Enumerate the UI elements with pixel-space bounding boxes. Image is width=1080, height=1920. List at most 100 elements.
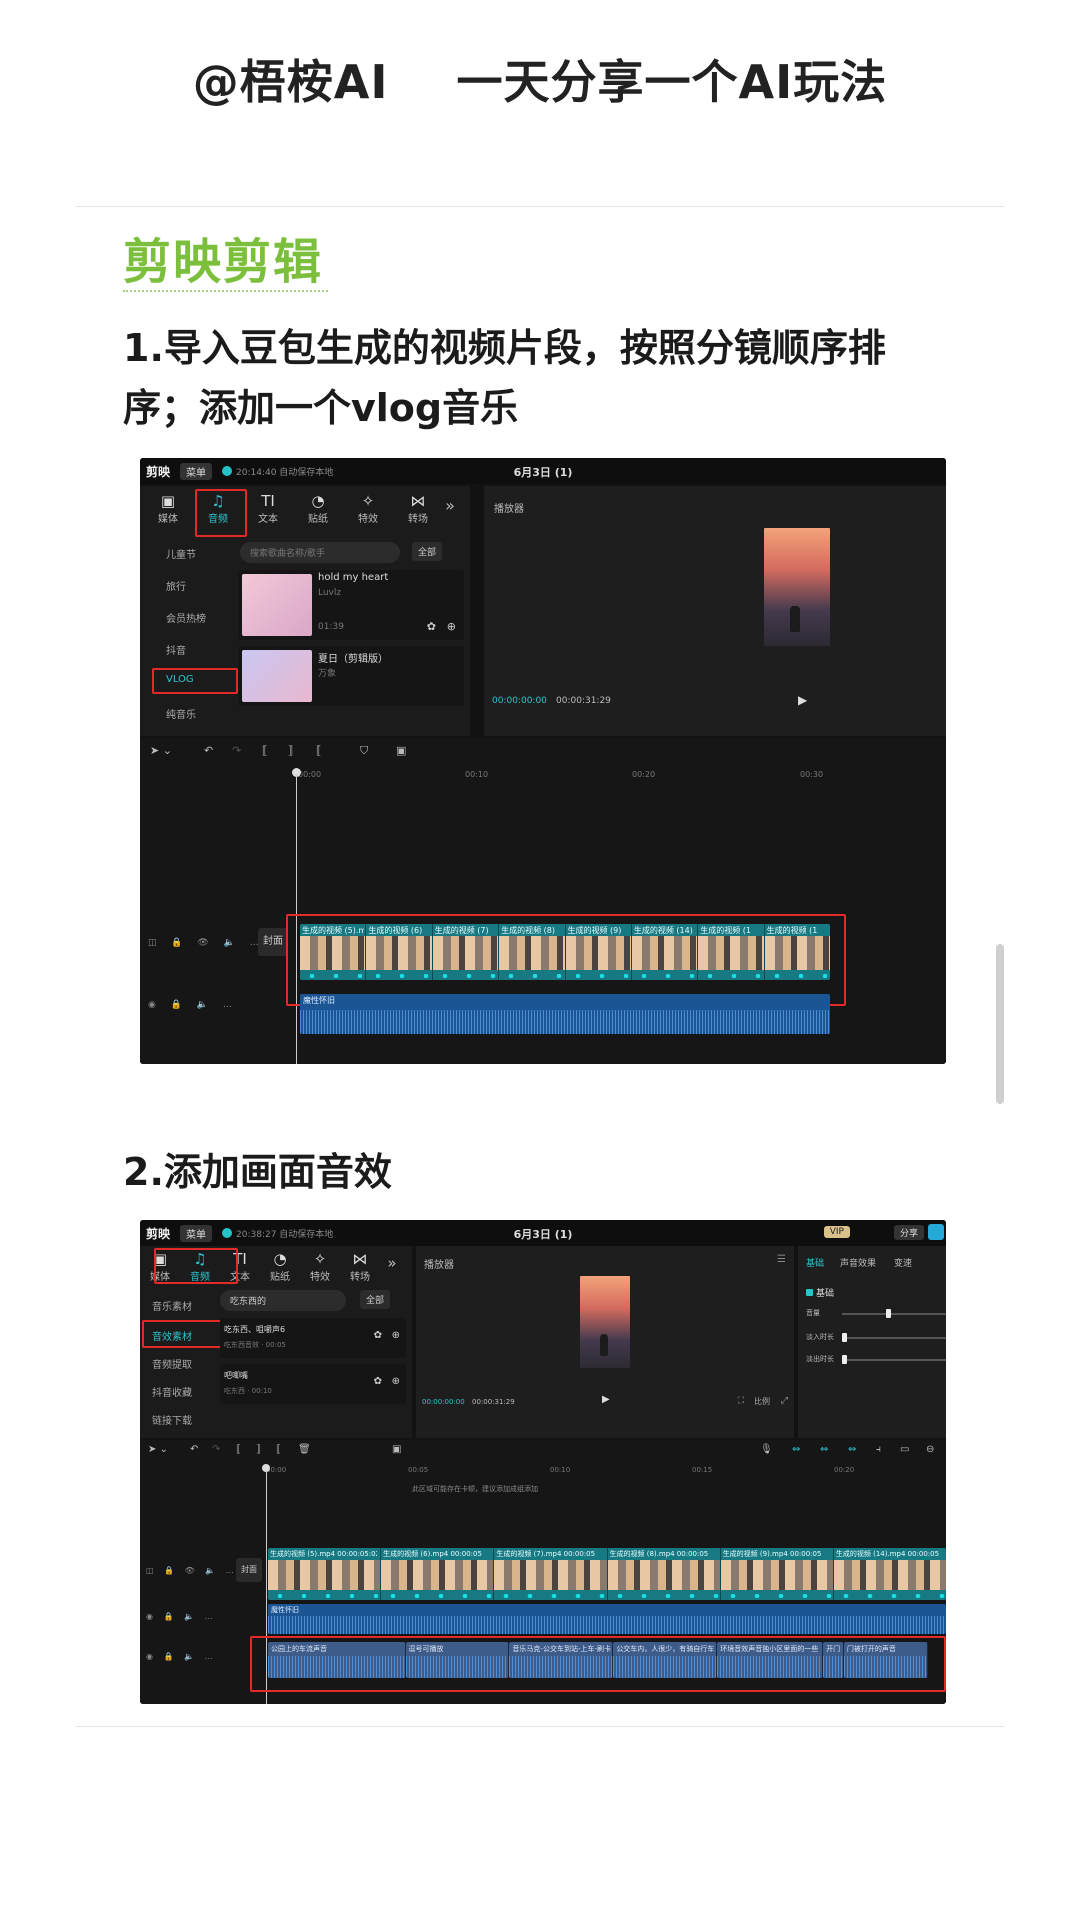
page-scrollbar[interactable]: [996, 944, 1004, 1104]
redo-icon[interactable]: ↷: [232, 744, 241, 757]
select-tool-icon[interactable]: ➤ ⌄: [150, 744, 172, 757]
export-icon[interactable]: [928, 1224, 944, 1240]
split-icon[interactable]: ⟦: [236, 1444, 241, 1455]
video-clip[interactable]: 生成的视频 (6).mp4 00:00:05: [381, 1548, 495, 1600]
zoom-icon[interactable]: ⊖: [926, 1444, 934, 1455]
category-travel[interactable]: 旅行: [140, 578, 228, 593]
player-title: 播放器: [424, 1260, 454, 1271]
favorite-icon[interactable]: ✿: [374, 1330, 382, 1341]
sfx-search-input[interactable]: 吃东西的: [220, 1290, 346, 1311]
select-tool-icon[interactable]: ➤ ⌄: [148, 1444, 168, 1455]
vip-badge[interactable]: VIP: [823, 1226, 850, 1238]
trim-right-icon[interactable]: ⟦: [316, 744, 321, 757]
tab-voice-effect[interactable]: 声音效果: [840, 1256, 876, 1269]
add-icon[interactable]: ⊕: [392, 1376, 400, 1387]
split-screen-icon[interactable]: ⫞: [876, 1444, 881, 1455]
play-icon[interactable]: ▶: [798, 693, 807, 707]
favorite-icon[interactable]: ✿: [374, 1376, 382, 1387]
cover-button[interactable]: 封面: [258, 928, 288, 956]
preview-axis-icon[interactable]: ⇔: [848, 1444, 856, 1455]
tool-media[interactable]: ▣ 媒体: [148, 492, 188, 525]
more-tools-icon[interactable]: »: [438, 496, 462, 515]
video-clip[interactable]: 生成的视频 (5).mp4 00:00:05:02: [268, 1548, 382, 1600]
video-clip[interactable]: 生成的视频 (7).mp4 00:00:05: [494, 1548, 608, 1600]
category-douyin[interactable]: 抖音: [140, 642, 228, 657]
fade-in-label: 淡入时长: [806, 1333, 834, 1341]
filter-all-button[interactable]: 全部: [412, 542, 443, 561]
play-icon[interactable]: ▶: [602, 1394, 610, 1405]
delete-icon[interactable]: 🗑: [298, 1444, 311, 1455]
category-pure-music[interactable]: 纯音乐: [140, 706, 228, 721]
music-clip[interactable]: 魔性怀旧: [300, 994, 830, 1034]
trim-right-icon[interactable]: ⟦: [276, 1444, 281, 1455]
fade-in-slider[interactable]: [842, 1337, 946, 1339]
favorite-icon[interactable]: ✿: [427, 620, 436, 633]
caption-icon[interactable]: ▭: [900, 1444, 909, 1455]
undo-icon[interactable]: ↶: [204, 744, 213, 757]
trim-left-icon[interactable]: ⟧: [288, 744, 293, 757]
tool-sticker[interactable]: ◔ 贴纸: [298, 492, 338, 525]
tool-effects[interactable]: ✧ 特效: [348, 492, 388, 525]
sfx-card[interactable]: 吃东西、咀嚼声6 吃东西音效 · 00:05 ✿ ⊕: [220, 1318, 406, 1358]
more-tools-icon[interactable]: »: [380, 1254, 404, 1272]
volume-knob[interactable]: [886, 1309, 891, 1318]
image-icon[interactable]: ▣: [392, 1444, 401, 1455]
trim-left-icon[interactable]: ⟧: [256, 1444, 261, 1455]
fade-in-knob[interactable]: [842, 1333, 847, 1342]
shield-icon[interactable]: ⛉: [360, 744, 368, 758]
link-icon[interactable]: ⇔: [792, 1444, 800, 1455]
video-track-controls[interactable]: ◫ 🔒 👁 🔈 …: [148, 938, 265, 948]
fade-out-slider[interactable]: [842, 1359, 946, 1361]
microphone-icon[interactable]: 🎙: [760, 1444, 773, 1455]
video-clip[interactable]: 生成的视频 (9).mp4 00:00:05: [720, 1548, 834, 1600]
video-clip[interactable]: 生成的视频 (8).mp4 00:00:05: [607, 1548, 721, 1600]
undo-icon[interactable]: ↶: [190, 1444, 198, 1455]
music-search-input[interactable]: 搜索歌曲名称/歌手: [240, 542, 400, 563]
category-link-download[interactable]: 链接下载: [140, 1412, 212, 1427]
sfx-track-controls[interactable]: ◉ 🔒 🔈 …: [146, 1652, 217, 1661]
add-icon[interactable]: ⊕: [392, 1330, 400, 1341]
share-button[interactable]: 分享: [893, 1225, 924, 1240]
category-douyin-fav[interactable]: 抖音收藏: [140, 1384, 212, 1399]
category-children[interactable]: 儿童节: [140, 546, 228, 561]
category-vip-hot[interactable]: 会员热榜: [140, 610, 228, 625]
checkbox-icon[interactable]: [806, 1289, 813, 1296]
video-clip[interactable]: 生成的视频 (14).mp4 00:00:05: [833, 1548, 946, 1600]
fit-icon[interactable]: ⛶: [738, 1396, 744, 1406]
tab-basic[interactable]: 基础: [806, 1256, 824, 1269]
video-clips-track[interactable]: 生成的视频 (5).mp4 00:00:05:02 生成的视频 (6).mp4 …: [268, 1548, 946, 1600]
tool-transition[interactable]: ⋈ 转场: [340, 1250, 380, 1283]
song-card[interactable]: 夏日（剪辑版） 万象: [238, 646, 464, 706]
tool-effects[interactable]: ✧ 特效: [300, 1250, 340, 1283]
ratio-button[interactable]: 比例: [754, 1396, 770, 1407]
audio-track-controls[interactable]: ◉ 🔒 🔈 …: [148, 1000, 238, 1010]
filter-all-button[interactable]: 全部: [360, 1290, 391, 1309]
tool-transition[interactable]: ⋈ 转场: [398, 492, 438, 525]
fade-out-knob[interactable]: [842, 1355, 847, 1364]
tool-sticker[interactable]: ◔ 贴纸: [260, 1250, 300, 1283]
clip-thumbnails: [381, 1560, 494, 1590]
song-card[interactable]: hold my heart Luvlz 01:39 ✿ ⊕: [238, 570, 464, 640]
category-sidebar: 音乐素材 音效素材 音频提取 抖音收藏 链接下载: [140, 1290, 222, 1438]
category-music[interactable]: 音乐素材: [140, 1298, 212, 1313]
cover-button[interactable]: 封面: [236, 1558, 262, 1582]
ruler-tick: 00:20: [834, 1466, 855, 1474]
music-track-controls[interactable]: ◉ 🔒 🔈 …: [146, 1612, 217, 1621]
fullscreen-icon[interactable]: ⤢: [781, 1396, 788, 1406]
split-icon[interactable]: ⟦: [262, 744, 267, 757]
add-icon[interactable]: ⊕: [447, 620, 456, 633]
sfx-card[interactable]: 吧唧嘴 吃东西 · 00:10 ✿ ⊕: [220, 1364, 406, 1404]
tab-speed[interactable]: 变速: [894, 1256, 912, 1269]
player-panel: 播放器 00:00:00:00 00:00:31:29 ▶: [484, 486, 946, 736]
preview-figure: [790, 606, 800, 632]
snap-icon[interactable]: ⇔: [820, 1444, 828, 1455]
player-menu-icon[interactable]: ☰: [777, 1254, 786, 1265]
music-clip[interactable]: 魔性怀旧: [268, 1604, 946, 1634]
category-extract[interactable]: 音频提取: [140, 1356, 212, 1371]
tool-text[interactable]: TI 文本: [248, 492, 288, 525]
volume-slider[interactable]: [842, 1313, 946, 1315]
redo-icon[interactable]: ↷: [212, 1444, 220, 1455]
image-icon[interactable]: ▣: [396, 744, 406, 757]
ruler-tick: 00:10: [465, 770, 489, 779]
video-track-controls[interactable]: ◫ 🔒 👁 🔈 …: [146, 1566, 238, 1575]
